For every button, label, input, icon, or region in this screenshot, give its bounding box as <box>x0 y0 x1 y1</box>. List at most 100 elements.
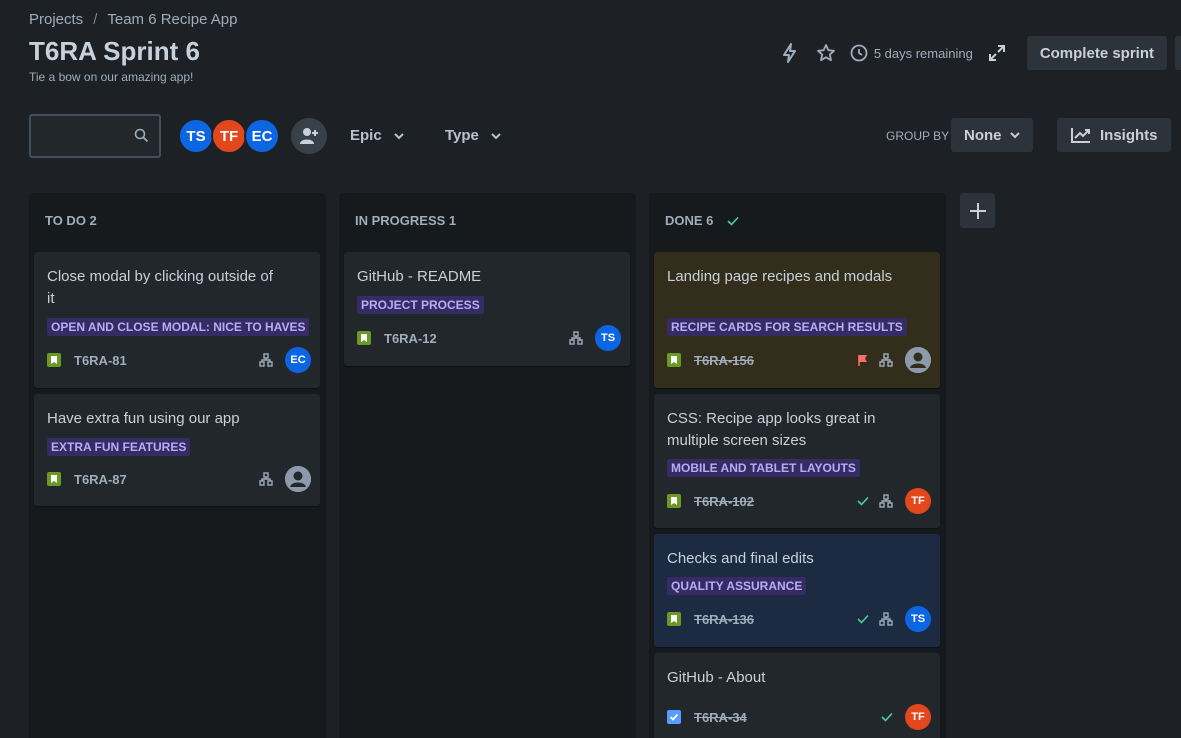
issue-key[interactable]: T6RA-34 <box>694 710 871 725</box>
unassigned-avatar[interactable] <box>285 466 311 492</box>
column-header: TO DO 2 <box>45 213 97 228</box>
star-icon <box>816 44 835 62</box>
card-title: Have extra fun using our app <box>47 410 240 427</box>
column-title: IN PROGRESS 1 <box>355 213 457 228</box>
subtask-icon <box>569 331 583 345</box>
assignee-avatar[interactable]: TS <box>595 325 621 351</box>
assignee-avatar[interactable]: TS <box>905 606 931 632</box>
card-footer: T6RA-81 EC <box>47 347 311 373</box>
column-in-progress: IN PROGRESS 1 GitHub - README PROJECT PR… <box>339 193 636 738</box>
chart-trend-icon <box>1071 128 1090 143</box>
unassigned-avatar[interactable] <box>905 347 931 373</box>
issue-card-flagged[interactable]: Landing page recipes and modals RECIPE C… <box>654 252 940 388</box>
breadcrumb-separator: / <box>93 11 98 28</box>
add-column-button[interactable] <box>960 193 995 228</box>
assignee-avatar[interactable]: TF <box>905 704 931 730</box>
column-done: DONE 6 Landing page recipes and modals R… <box>649 193 946 738</box>
breadcrumb: Projects / Team 6 Recipe App <box>29 11 237 28</box>
fullscreen-button[interactable] <box>979 36 1015 70</box>
breadcrumb-projects[interactable]: Projects <box>29 11 83 28</box>
assignee-avatar[interactable]: EC <box>285 347 311 373</box>
avatar[interactable]: EC <box>244 118 280 154</box>
column-title: DONE 6 <box>665 213 714 228</box>
epic-lozenge: MOBILE AND TABLET LAYOUTS <box>667 459 860 477</box>
issue-card[interactable]: CSS: Recipe app looks great in multiple … <box>654 394 940 528</box>
member-avatars: TS TF EC <box>178 118 327 154</box>
issue-card-selected[interactable]: Checks and final edits QUALITY ASSURANCE… <box>654 534 940 647</box>
story-icon <box>667 612 681 626</box>
insights-label: Insights <box>1100 126 1158 144</box>
story-icon <box>47 472 61 486</box>
epic-lozenge: EXTRA FUN FEATURES <box>47 438 191 456</box>
more-button[interactable] <box>1175 36 1181 70</box>
check-icon <box>857 496 869 506</box>
issue-key[interactable]: T6RA-156 <box>694 353 847 368</box>
star-button[interactable] <box>808 36 844 70</box>
subtask-icon <box>879 353 893 367</box>
issue-key[interactable]: T6RA-136 <box>694 612 847 627</box>
column-header: DONE 6 <box>665 213 739 228</box>
group-by-select[interactable]: None <box>951 118 1033 152</box>
avatar[interactable]: TS <box>178 118 214 154</box>
card-title: GitHub - About <box>667 669 766 686</box>
insights-button[interactable]: Insights <box>1057 118 1171 152</box>
issue-card[interactable]: GitHub - About T6RA-34 TF <box>654 653 940 738</box>
chevron-down-icon <box>491 132 501 139</box>
story-icon <box>47 353 61 367</box>
plus-icon <box>969 202 986 219</box>
card-footer: T6RA-87 <box>47 466 311 492</box>
epic-lozenge: QUALITY ASSURANCE <box>667 577 807 595</box>
story-icon <box>357 331 371 345</box>
issue-key[interactable]: T6RA-87 <box>74 472 249 487</box>
column-title: TO DO 2 <box>45 213 97 228</box>
epic-lozenge: OPEN AND CLOSE MODAL: NICE TO HAVES <box>47 318 310 336</box>
expand-icon <box>988 45 1005 61</box>
check-icon <box>727 216 739 226</box>
issue-key[interactable]: T6RA-12 <box>384 331 559 346</box>
add-person-icon <box>300 128 318 144</box>
type-filter[interactable]: Type <box>445 127 501 144</box>
complete-sprint-button[interactable]: Complete sprint <box>1026 36 1167 70</box>
chevron-down-icon <box>1009 132 1020 139</box>
column-todo: TO DO 2 Close modal by clicking outside … <box>29 193 326 738</box>
search-icon <box>134 128 149 148</box>
person-icon <box>905 347 931 373</box>
issue-key[interactable]: T6RA-81 <box>74 353 249 368</box>
check-icon <box>881 712 893 722</box>
card-footer: T6RA-136 TS <box>667 606 931 632</box>
automation-button[interactable] <box>772 36 808 70</box>
breadcrumb-project[interactable]: Team 6 Recipe App <box>107 11 237 28</box>
page-title: T6RA Sprint 6 <box>29 36 200 66</box>
epic-filter[interactable]: Epic <box>350 127 404 144</box>
subtask-icon <box>259 472 273 486</box>
assignee-avatar[interactable]: TF <box>905 488 931 514</box>
subtask-icon <box>879 494 893 508</box>
time-remaining: 5 days remaining <box>850 44 973 62</box>
chevron-down-icon <box>393 132 404 139</box>
search-input[interactable] <box>29 114 161 158</box>
card-footer: T6RA-156 <box>667 347 931 373</box>
check-icon <box>857 614 869 624</box>
subtask-icon <box>259 353 273 367</box>
time-remaining-text: 5 days remaining <box>873 45 973 61</box>
type-filter-label: Type <box>445 127 479 144</box>
column-header: IN PROGRESS 1 <box>355 213 456 228</box>
card-title: Landing page recipes and modals <box>667 268 893 285</box>
issue-card[interactable]: GitHub - README PROJECT PROCESS T6RA-12 … <box>344 252 630 366</box>
group-by-value: None <box>964 126 1002 144</box>
clock-icon <box>850 44 868 62</box>
person-icon <box>285 466 311 492</box>
avatar[interactable]: TF <box>211 118 247 154</box>
issue-card[interactable]: Close modal by clicking outside of it OP… <box>34 252 320 388</box>
group-by-label: GROUP BY <box>886 129 950 143</box>
card-footer: T6RA-34 TF <box>667 704 931 730</box>
card-footer: T6RA-12 TS <box>357 325 621 351</box>
story-icon <box>667 494 681 508</box>
add-people-button[interactable] <box>291 118 327 154</box>
top-actions: 5 days remaining Complete sprint <box>772 36 1181 70</box>
epic-lozenge: PROJECT PROCESS <box>357 296 484 314</box>
issue-card[interactable]: Have extra fun using our app EXTRA FUN F… <box>34 394 320 506</box>
card-title: GitHub - README <box>357 268 482 285</box>
issue-key[interactable]: T6RA-102 <box>694 494 847 509</box>
card-title: Close modal by clicking outside of it <box>47 268 273 307</box>
